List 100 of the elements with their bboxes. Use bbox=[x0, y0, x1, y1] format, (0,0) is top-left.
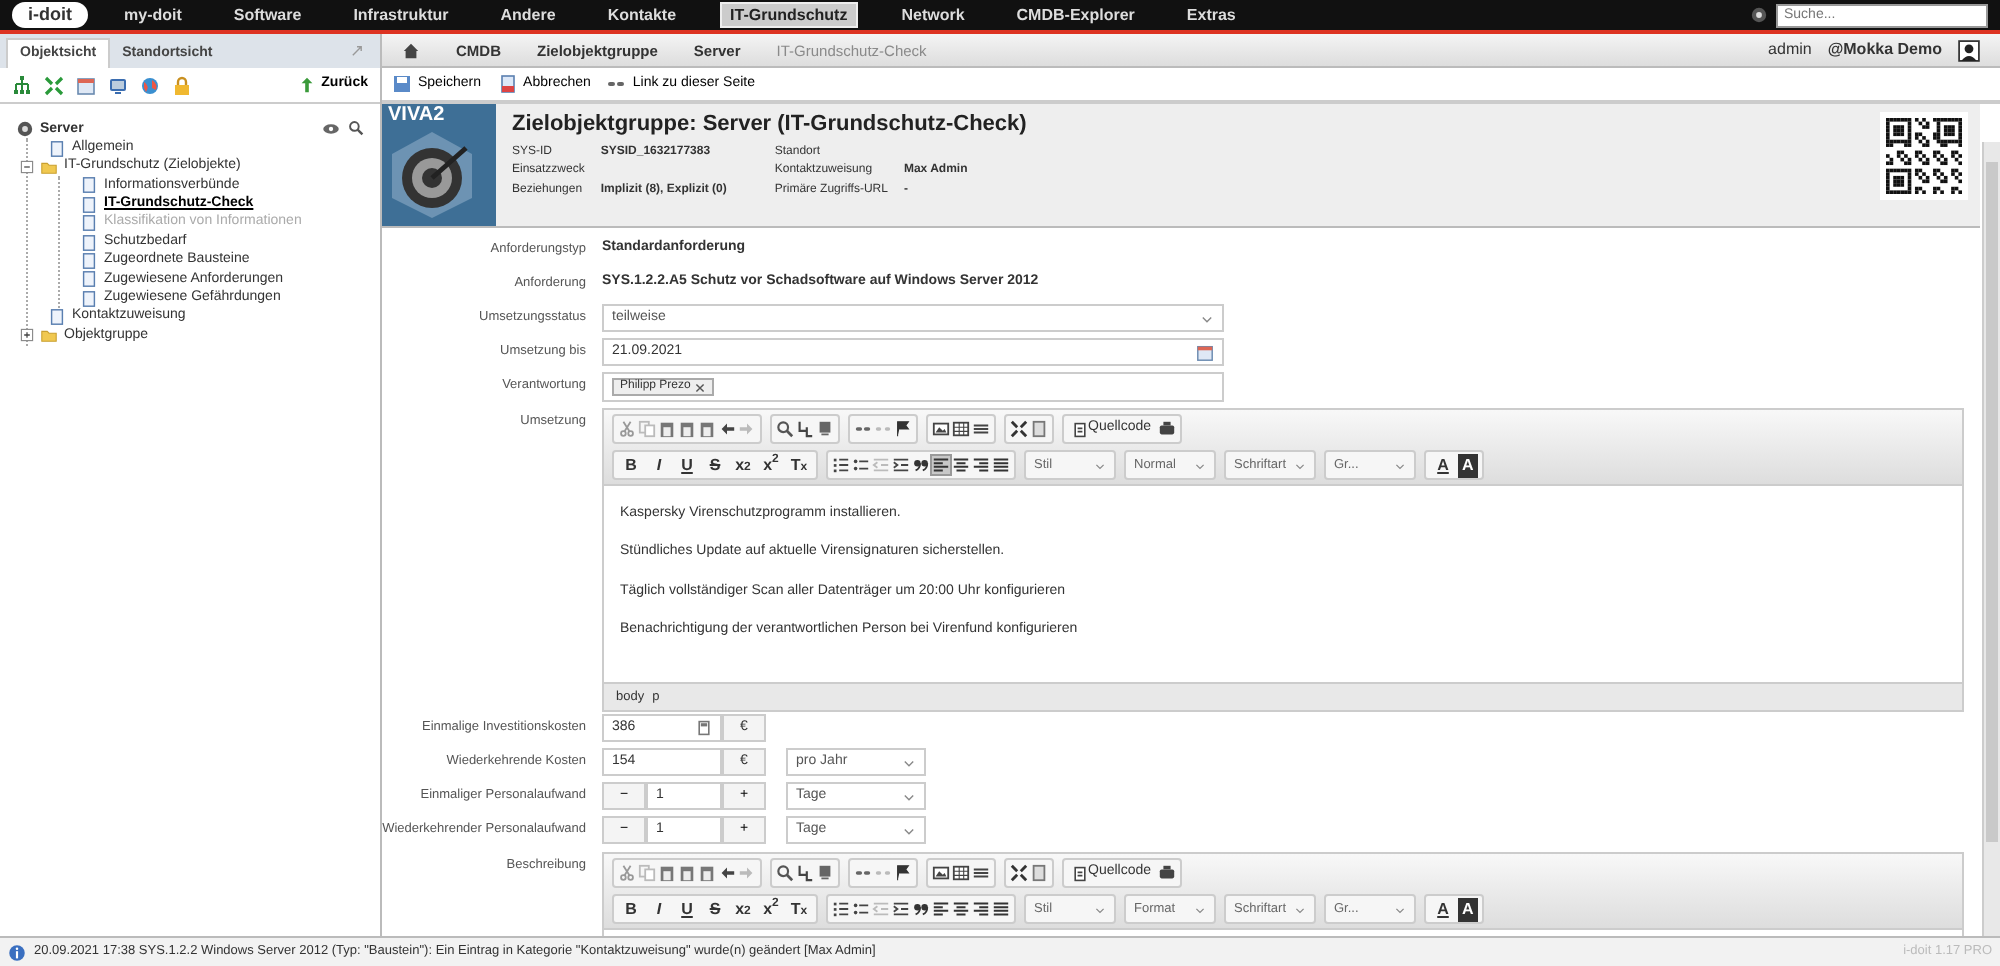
menu-item[interactable]: IT-Grundschutz bbox=[720, 1, 858, 29]
align-right-icon[interactable] bbox=[972, 900, 990, 918]
search-icon[interactable] bbox=[776, 420, 794, 438]
print-icon[interactable] bbox=[1157, 864, 1176, 882]
paste-icon[interactable] bbox=[658, 420, 676, 438]
quote-icon[interactable] bbox=[912, 900, 930, 918]
scrollbar[interactable] bbox=[1982, 142, 2000, 936]
table-icon[interactable] bbox=[952, 864, 970, 882]
indent-icon[interactable] bbox=[892, 900, 910, 918]
document-icon bbox=[497, 74, 518, 94]
calculator-icon[interactable] bbox=[696, 720, 712, 736]
text-style-button[interactable]: x$^{2}$ bbox=[758, 897, 784, 921]
globe-icon[interactable] bbox=[140, 75, 160, 95]
text-style-button[interactable]: x$_{2}$ bbox=[730, 453, 756, 477]
bullet-list-icon[interactable] bbox=[852, 900, 870, 918]
scrollbar-thumb[interactable] bbox=[1986, 162, 1998, 842]
home-icon[interactable] bbox=[402, 41, 420, 59]
table-icon[interactable] bbox=[952, 420, 970, 438]
paste-text-icon[interactable] bbox=[678, 864, 696, 882]
caret-icon bbox=[1294, 903, 1306, 915]
image-icon[interactable] bbox=[932, 864, 950, 882]
monitor-icon[interactable] bbox=[108, 75, 128, 95]
horizontal-rule-icon[interactable] bbox=[972, 420, 990, 438]
paste-word-icon[interactable] bbox=[698, 420, 716, 438]
align-center-icon[interactable] bbox=[952, 456, 970, 474]
paste-icon[interactable] bbox=[658, 864, 676, 882]
logo-text: VIVA2 bbox=[386, 104, 447, 128]
menu-item[interactable]: Software bbox=[225, 3, 310, 27]
flag-icon[interactable] bbox=[894, 864, 912, 882]
expand-icon[interactable] bbox=[20, 328, 34, 343]
search-icon[interactable] bbox=[776, 864, 794, 882]
cut-icon[interactable] bbox=[618, 864, 636, 882]
paste-text-icon[interactable] bbox=[678, 420, 696, 438]
tree-view-icon[interactable] bbox=[12, 75, 32, 95]
align-right-icon[interactable] bbox=[972, 456, 990, 474]
maximize-icon[interactable] bbox=[1010, 420, 1028, 438]
text-style-button[interactable]: x$^{2}$ bbox=[758, 453, 784, 477]
document-icon bbox=[1072, 421, 1088, 437]
calendar-icon[interactable] bbox=[76, 75, 96, 95]
image-icon[interactable] bbox=[932, 420, 950, 438]
text-style-button[interactable]: B bbox=[618, 897, 644, 921]
menu-item[interactable]: Kontakte bbox=[599, 3, 685, 27]
menu-item[interactable]: Network bbox=[893, 3, 973, 27]
user-icon[interactable] bbox=[1958, 39, 1980, 61]
color-button[interactable]: A bbox=[1430, 897, 1456, 921]
paste-word-icon[interactable] bbox=[698, 864, 716, 882]
text-style-button[interactable]: S bbox=[702, 897, 728, 921]
menu-item[interactable]: my-doit bbox=[116, 3, 190, 27]
indent-icon[interactable] bbox=[892, 456, 910, 474]
maximize-icon[interactable] bbox=[1010, 864, 1028, 882]
app-logo[interactable]: i-doit bbox=[12, 2, 88, 28]
text-style-button[interactable]: x$_{2}$ bbox=[730, 897, 756, 921]
color-button[interactable]: A bbox=[1458, 897, 1478, 921]
text-style-button[interactable]: T$_{x}$ bbox=[786, 897, 812, 921]
quote-icon[interactable] bbox=[912, 456, 930, 474]
align-left-icon[interactable] bbox=[932, 456, 950, 474]
calendar-icon[interactable] bbox=[1196, 343, 1214, 361]
text-style-button[interactable]: S bbox=[702, 453, 728, 477]
numbered-list-icon[interactable] bbox=[832, 456, 850, 474]
align-left-icon[interactable] bbox=[932, 900, 950, 918]
lock-icon[interactable] bbox=[172, 75, 192, 95]
collapse-icon[interactable] bbox=[20, 159, 34, 174]
eye-icon[interactable] bbox=[322, 120, 340, 139]
remove-icon[interactable] bbox=[694, 381, 707, 393]
caret-icon bbox=[1094, 903, 1106, 915]
flag-icon[interactable] bbox=[894, 420, 912, 438]
menu-item[interactable]: Infrastruktur bbox=[345, 3, 457, 27]
text-style-button[interactable]: B bbox=[618, 453, 644, 477]
text-style-button[interactable]: I bbox=[646, 453, 672, 477]
expand-icon[interactable] bbox=[44, 75, 64, 95]
settings-icon[interactable] bbox=[1750, 6, 1768, 24]
user-name: admin bbox=[1768, 40, 1812, 60]
text-style-button[interactable]: U bbox=[674, 897, 700, 921]
caret-icon bbox=[1294, 459, 1306, 471]
replace-icon[interactable] bbox=[796, 420, 814, 438]
justify-icon[interactable] bbox=[992, 456, 1010, 474]
text-style-button[interactable]: T$_{x}$ bbox=[786, 453, 812, 477]
menu-item[interactable]: Andere bbox=[492, 3, 564, 27]
caret-icon bbox=[1200, 311, 1214, 325]
color-button[interactable]: A bbox=[1458, 453, 1478, 477]
cut-icon[interactable] bbox=[618, 420, 636, 438]
text-style-button[interactable]: U bbox=[674, 453, 700, 477]
undo-icon[interactable] bbox=[718, 864, 736, 882]
undo-icon[interactable] bbox=[718, 420, 736, 438]
print-icon[interactable] bbox=[1157, 420, 1176, 438]
caret-icon bbox=[1394, 459, 1406, 471]
bullet-list-icon[interactable] bbox=[852, 456, 870, 474]
replace-icon[interactable] bbox=[796, 864, 814, 882]
tenant-name: @Mokka Demo bbox=[1827, 40, 1942, 60]
menu-item[interactable]: CMDB-Explorer bbox=[1008, 3, 1143, 27]
text-style-button[interactable]: I bbox=[646, 897, 672, 921]
color-button[interactable]: A bbox=[1430, 453, 1456, 477]
search-icon[interactable] bbox=[348, 120, 364, 137]
folder-icon bbox=[40, 326, 58, 345]
align-center-icon[interactable] bbox=[952, 900, 970, 918]
info-icon bbox=[8, 943, 26, 961]
justify-icon[interactable] bbox=[992, 900, 1010, 918]
menu-item[interactable]: Extras bbox=[1178, 3, 1244, 27]
horizontal-rule-icon[interactable] bbox=[972, 864, 990, 882]
numbered-list-icon[interactable] bbox=[832, 900, 850, 918]
